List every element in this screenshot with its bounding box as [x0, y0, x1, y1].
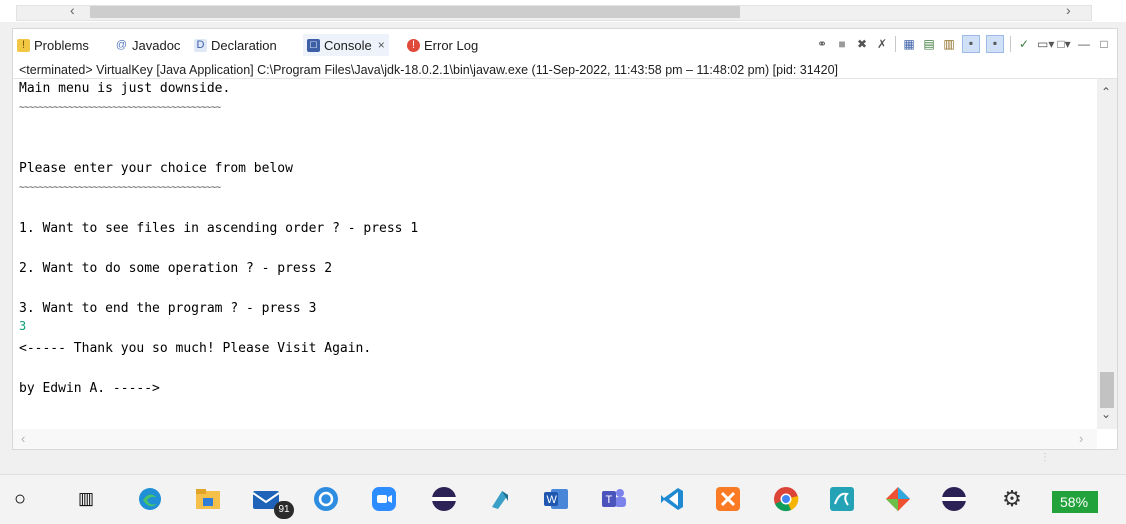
new-console-icon[interactable]: □▾ [1057, 37, 1071, 51]
remove-launch-icon[interactable]: ✖ [855, 37, 869, 51]
battery-percentage: 58% [1060, 494, 1089, 510]
scroll-left-icon[interactable]: ‹ [21, 431, 25, 446]
eclipse-icon-2[interactable] [940, 485, 968, 513]
eclipse-icon[interactable] [430, 485, 458, 513]
scroll-left-icon[interactable]: ‹ [70, 2, 75, 18]
file-explorer-icon[interactable] [194, 485, 222, 513]
console-horizontal-scrollbar[interactable]: ‹ › [13, 429, 1097, 449]
svg-text:T: T [606, 494, 613, 506]
console-view: ! Problems @ Javadoc D Declaration □ Con… [12, 28, 1118, 450]
javadoc-icon: @ [115, 38, 128, 51]
pin-console-icon[interactable]: ⚭ [815, 37, 829, 51]
zoom-icon[interactable] [370, 485, 398, 513]
console-process-label: <terminated> VirtualKey [Java Applicatio… [13, 61, 1117, 79]
taskbar: ○ ▥ 91 W T ⚙ 58% [0, 474, 1126, 524]
open-console-icon[interactable]: ✓ [1017, 37, 1031, 51]
tab-label: Problems [34, 37, 89, 53]
svg-text:W: W [547, 494, 558, 506]
console-line: ~~~~~~~~~~~~~~~~~~~~~~~~~~~~~~~~~~~~~~~~… [19, 183, 221, 193]
app-icon[interactable] [312, 485, 340, 513]
console-line: Please enter your choice from below [19, 161, 293, 176]
tab-label: Console [324, 37, 372, 53]
scroll-thumb[interactable] [1100, 372, 1114, 408]
problems-icon: ! [17, 38, 30, 52]
scroll-thumb[interactable] [90, 6, 740, 18]
scroll-right-icon[interactable]: › [1079, 431, 1083, 446]
tab-problems[interactable]: ! Problems [17, 34, 89, 56]
top-horizontal-scrollbar[interactable]: ‹ › [0, 0, 1126, 22]
scroll-lock-icon[interactable]: ▤ [922, 37, 936, 51]
console-line: ~~~~~~~~~~~~~~~~~~~~~~~~~~~~~~~~~~~~~~~~… [19, 103, 221, 113]
teams-icon[interactable]: T [600, 485, 628, 513]
declaration-icon: D [194, 38, 207, 52]
mail-unread-badge: 91 [274, 501, 294, 519]
tab-console[interactable]: □ Console × [303, 34, 389, 56]
start-icon[interactable]: ○ [6, 485, 34, 513]
word-wrap-icon[interactable]: ▥ [942, 37, 956, 51]
xampp-icon[interactable] [714, 485, 742, 513]
console-output[interactable]: Main menu is just downside. ~~~~~~~~~~~~… [13, 79, 1097, 429]
minimize-icon[interactable]: — [1077, 37, 1091, 51]
remove-all-terminated-icon[interactable]: ✗ [875, 37, 889, 51]
maximize-icon[interactable]: □ [1097, 37, 1111, 51]
console-line: <----- Thank you so much! Please Visit A… [19, 341, 372, 356]
tab-label: Declaration [211, 37, 277, 53]
error-log-icon: ! [407, 38, 420, 52]
tab-error-log[interactable]: ! Error Log [407, 34, 478, 56]
resize-handle-icon[interactable]: ⋮ [1040, 452, 1050, 463]
git-icon[interactable] [884, 485, 912, 513]
display-selected-console-icon[interactable]: ▭▾ [1037, 37, 1054, 51]
scroll-up-icon[interactable]: ⌃ [1101, 85, 1111, 99]
chrome-icon[interactable] [772, 485, 800, 513]
console-line: by Edwin A. -----> [19, 381, 160, 396]
toolbar-separator [1010, 36, 1011, 52]
console-vertical-scrollbar[interactable]: ⌃ ⌄ [1097, 79, 1117, 429]
console-line: Main menu is just downside. [19, 81, 231, 96]
show-console-on-error-icon[interactable]: ▪ [986, 35, 1004, 53]
word-icon[interactable]: W [542, 485, 570, 513]
vscode-icon[interactable] [658, 485, 686, 513]
show-console-on-output-icon[interactable]: ▪ [962, 35, 980, 53]
tab-declaration[interactable]: D Declaration [194, 34, 277, 56]
console-icon: □ [307, 38, 320, 52]
console-toolbar: ⚭ ■ ✖ ✗ ▦ ▤ ▥ ▪ ▪ ✓ ▭▾ □▾ — □ [815, 33, 1111, 55]
console-user-input: 3 [19, 319, 27, 333]
edge-icon[interactable] [136, 485, 164, 513]
tab-label: Javadoc [132, 37, 181, 53]
terminate-icon[interactable]: ■ [835, 37, 849, 51]
view-tab-bar: ! Problems @ Javadoc D Declaration □ Con… [13, 29, 1117, 59]
tab-javadoc[interactable]: @ Javadoc [115, 34, 181, 56]
console-line: 2. Want to do some operation ? - press 2 [19, 261, 333, 276]
task-view-icon[interactable]: ▥ [72, 485, 100, 513]
close-icon[interactable]: × [378, 38, 385, 52]
console-line: 3. Want to end the program ? - press 3 [19, 301, 317, 316]
scroll-right-icon[interactable]: › [1066, 2, 1071, 18]
settings-icon[interactable]: ⚙ [998, 485, 1026, 513]
scroll-down-icon[interactable]: ⌄ [1101, 407, 1111, 421]
tab-label: Error Log [424, 37, 479, 53]
clear-console-icon[interactable]: ▦ [902, 37, 916, 51]
notes-icon[interactable] [486, 485, 514, 513]
mysql-icon[interactable] [828, 485, 856, 513]
console-line: 1. Want to see files in ascending order … [19, 221, 419, 236]
toolbar-separator [895, 36, 896, 52]
